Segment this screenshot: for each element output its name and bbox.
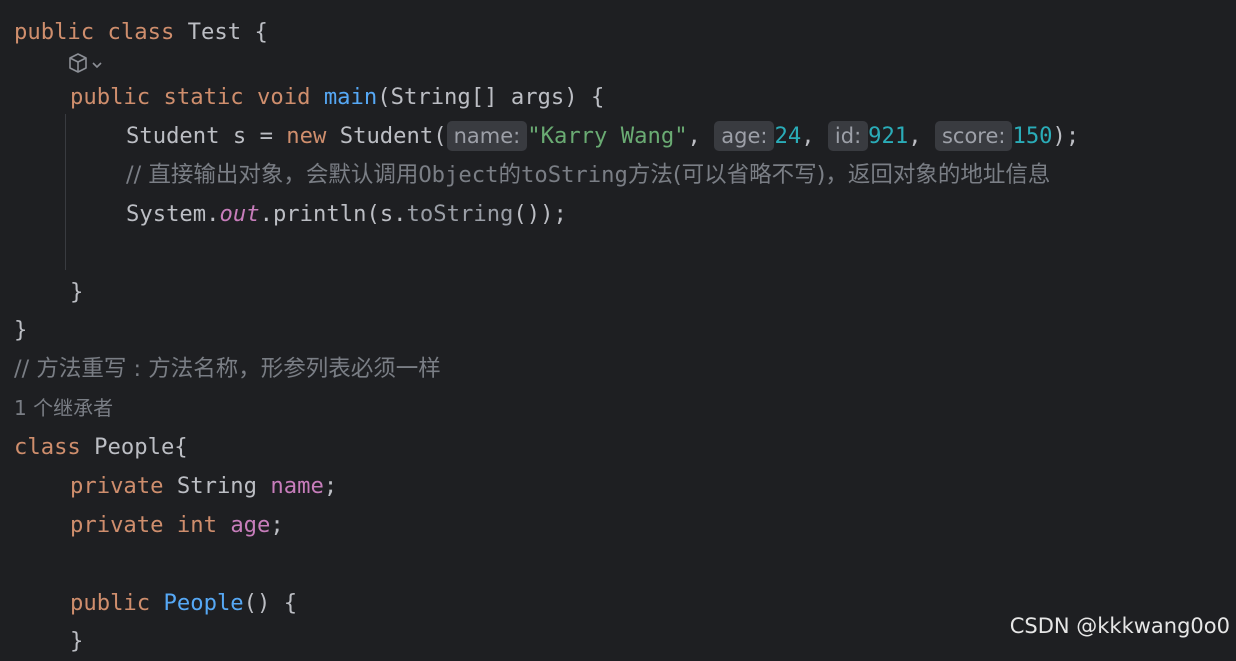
comment-part: toString [521,162,628,188]
close-brace: } [14,317,28,343]
code-line-close-class[interactable]: } [14,311,27,350]
number-score: 150 [1012,123,1053,149]
keyword-class: class [14,434,81,460]
statement-end: ); [1052,123,1080,149]
semicolon: ; [270,512,284,538]
open-brace: { [254,19,268,45]
semicolon: ; [323,473,338,499]
number-id: 921 [868,123,909,149]
inlay-hint-id: id: [827,121,869,151]
constructor-params: () { [243,590,298,616]
inheritors-code-vision[interactable]: 1 个继承者 [14,389,113,428]
keyword-public: public [70,84,151,110]
student-decl: Student s = [126,123,287,149]
inlay-hint-age: age: [714,121,775,151]
number-age: 24 [774,123,802,149]
code-line-close-main[interactable]: } [70,273,83,312]
constructor-name: People [163,590,244,616]
code-line-field-age[interactable]: private int age; [70,506,284,545]
close-brace: } [70,279,84,305]
system-class: System. [126,201,220,227]
field-age: age [230,512,271,538]
field-name: name [270,473,324,499]
comment-part: 方法(可以省略不写)，返回对象的地址信息 [627,162,1051,188]
class-name-people: People{ [80,434,188,460]
method-tostring: toString [406,201,514,227]
type-string: String [163,473,271,499]
close-brace: } [70,628,84,654]
keyword-void: void [257,84,311,110]
code-line-constructor[interactable]: public People() { [70,584,297,623]
comment-part: // 直接输出对象，会默认调用 [126,162,419,188]
comma: , [908,123,935,149]
code-comment-override[interactable]: // 方法重写 : 方法名称，形参列表必须一样 [14,350,441,389]
csdn-watermark: CSDN @kkkwang0o0 [1009,614,1230,638]
code-line-println[interactable]: System.out.println(s.toString()); [126,195,567,234]
comma: , [801,123,828,149]
code-editor[interactable]: public class Test { public static void m… [0,0,1236,654]
keyword-private: private [70,473,164,499]
code-comment-tostring[interactable]: // 直接输出对象，会默认调用Object的toString方法(可以省略不写)… [126,156,1050,195]
keyword-new: new [286,123,327,149]
keyword-class: class [107,19,175,45]
inheritors-link[interactable]: 1 个继承者 [14,396,113,420]
code-line-student[interactable]: Student s = new Student(name: "Karry Wang… [126,117,1079,156]
keyword-public: public [70,590,151,616]
keyword-private: private [70,512,164,538]
comma: , [687,123,715,149]
main-params: (String[] args) { [377,84,605,110]
comment-part: 的 [498,162,521,188]
comment-text: // 方法重写 : 方法名称，形参列表必须一样 [14,356,441,382]
statement-end: ()); [513,201,567,227]
indent-guide [65,114,66,270]
comment-part: Object [418,162,499,188]
code-line-constructor-close[interactable]: } [70,622,83,661]
ai-assistant-icon[interactable] [66,52,106,76]
println-call: .println(s. [259,201,407,227]
keyword-static: static [163,84,244,110]
code-line-class-test[interactable]: public class Test { [14,13,268,52]
string-karry-wang: "Karry Wang" [527,123,688,149]
code-line-main[interactable]: public static void main(String[] args) { [70,78,604,117]
keyword-int: int [176,512,217,538]
chevron-down-icon [92,62,102,69]
class-name: Test [187,19,242,45]
code-line-class-people[interactable]: class People{ [14,428,188,467]
keyword-public: public [14,19,95,45]
method-name-main: main [323,84,378,110]
code-line-field-name[interactable]: private String name; [70,467,337,506]
static-field-out: out [219,201,260,227]
inlay-hint-name: name: [446,121,528,151]
inlay-hint-score: score: [934,121,1013,151]
student-ctor: Student( [326,123,447,149]
